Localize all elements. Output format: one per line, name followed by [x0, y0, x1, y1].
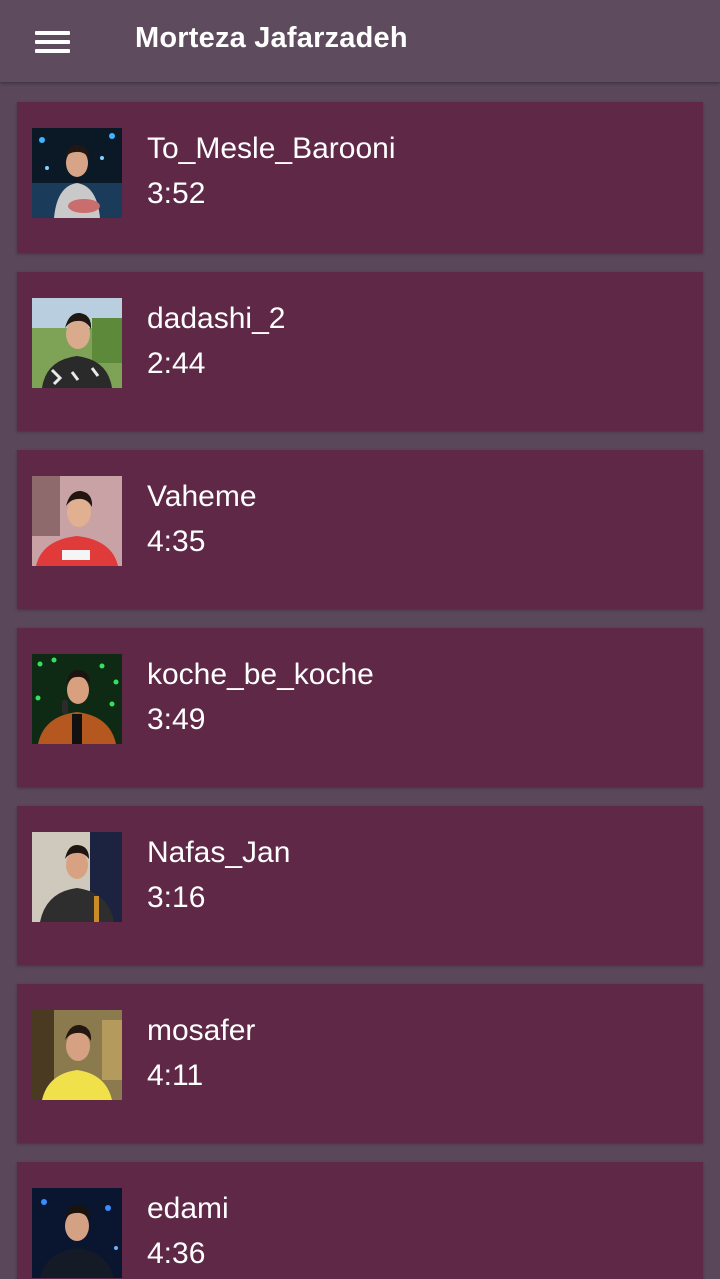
menu-line: [35, 40, 70, 44]
song-list-item[interactable]: mosafer 4:11: [17, 984, 703, 1143]
artist-photo-image: [32, 1188, 122, 1278]
artist-thumbnail: [32, 1010, 122, 1100]
song-list-item[interactable]: koche_be_koche 3:49: [17, 628, 703, 787]
artist-thumbnail: [32, 654, 122, 744]
song-title: mosafer: [147, 1014, 256, 1047]
song-duration: 3:16: [147, 881, 206, 914]
artist-photo-image: [32, 476, 122, 566]
song-title: Nafas_Jan: [147, 836, 291, 869]
app-screen: Morteza Jafarzadeh To_Mesle_Barooni 3:52: [0, 0, 720, 1279]
artist-photo-image: [32, 654, 122, 744]
artist-thumbnail: [32, 298, 122, 388]
menu-line: [35, 31, 70, 35]
artist-photo-image: [32, 298, 122, 388]
song-list-item[interactable]: edami 4:36: [17, 1162, 703, 1279]
song-duration: 2:44: [147, 347, 206, 380]
song-list-item[interactable]: dadashi_2 2:44: [17, 272, 703, 431]
song-title: dadashi_2: [147, 302, 286, 335]
song-title: edami: [147, 1192, 229, 1225]
song-list-item[interactable]: Nafas_Jan 3:16: [17, 806, 703, 965]
artist-thumbnail: [32, 832, 122, 922]
song-title: koche_be_koche: [147, 658, 374, 691]
page-title: Morteza Jafarzadeh: [135, 22, 408, 54]
song-title: To_Mesle_Barooni: [147, 132, 396, 165]
artist-photo-image: [32, 128, 122, 218]
artist-photo-image: [32, 832, 122, 922]
song-duration: 3:49: [147, 703, 206, 736]
song-duration: 4:11: [147, 1059, 204, 1092]
menu-line: [35, 49, 70, 53]
artist-thumbnail: [32, 476, 122, 566]
song-list-item[interactable]: To_Mesle_Barooni 3:52: [17, 102, 703, 253]
artist-thumbnail: [32, 128, 122, 218]
song-duration: 3:52: [147, 177, 206, 210]
song-title: Vaheme: [147, 480, 257, 513]
song-duration: 4:35: [147, 525, 206, 558]
artist-thumbnail: [32, 1188, 122, 1278]
song-list-item[interactable]: Vaheme 4:35: [17, 450, 703, 609]
song-list: To_Mesle_Barooni 3:52 dadashi_2 2:44 Vah…: [0, 102, 720, 1279]
app-bar: Morteza Jafarzadeh: [0, 0, 720, 82]
hamburger-menu-icon[interactable]: [30, 24, 74, 60]
artist-photo-image: [32, 1010, 122, 1100]
song-duration: 4:36: [147, 1237, 206, 1270]
